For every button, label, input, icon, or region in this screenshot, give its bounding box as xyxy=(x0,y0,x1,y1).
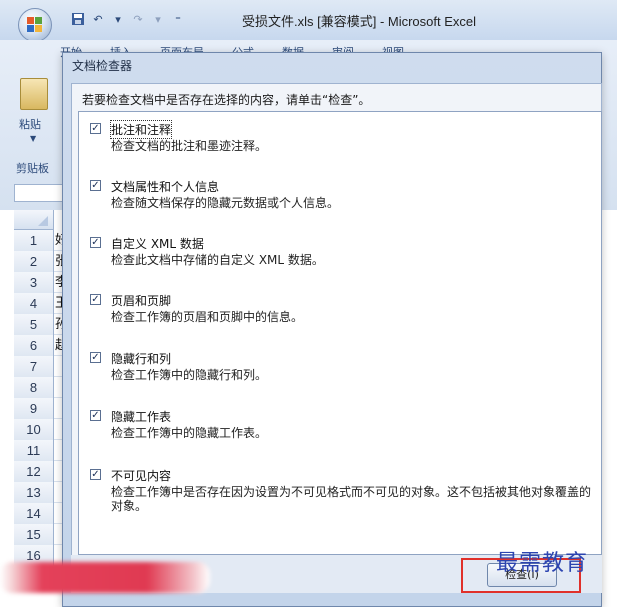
row-header[interactable]: 14 xyxy=(14,503,54,524)
option-title[interactable]: 文档属性和个人信息 xyxy=(111,178,219,195)
table-row: 9 xyxy=(14,398,68,419)
table-row: 3李 xyxy=(14,272,68,293)
save-icon[interactable] xyxy=(70,11,86,27)
option-description: 检查工作簿的页眉和页脚中的信息。 xyxy=(111,310,304,324)
row-header[interactable]: 1 xyxy=(14,230,54,251)
paste-icon[interactable] xyxy=(20,78,48,110)
redacted-area xyxy=(0,562,210,593)
row-header[interactable]: 2 xyxy=(14,251,54,272)
row-header[interactable]: 12 xyxy=(14,461,54,482)
option-description: 检查文档的批注和墨迹注释。 xyxy=(111,139,268,153)
table-row: 12 xyxy=(14,461,68,482)
row-header[interactable]: 6 xyxy=(14,335,54,356)
checkbox-custom-xml[interactable]: ✓ xyxy=(90,237,101,248)
row-header[interactable]: 8 xyxy=(14,377,54,398)
row-header[interactable]: 5 xyxy=(14,314,54,335)
checkbox-hidden-worksheets[interactable]: ✓ xyxy=(90,410,101,421)
undo-icon[interactable]: ↶ xyxy=(90,11,106,27)
table-row: 10 xyxy=(14,419,68,440)
quick-access-toolbar: ↶ ▾ ↷ ▾ ⁼ xyxy=(70,9,186,29)
row-header[interactable]: 3 xyxy=(14,272,54,293)
table-row: 11 xyxy=(14,440,68,461)
row-header[interactable]: 10 xyxy=(14,419,54,440)
select-all-triangle-icon xyxy=(38,216,48,226)
customize-toolbar-icon[interactable]: ⁼ xyxy=(170,11,186,27)
watermark-text: 最需教育 xyxy=(496,551,589,576)
clipboard-group-label: 剪贴板 xyxy=(16,162,49,175)
table-row: 14 xyxy=(14,503,68,524)
option-title[interactable]: 不可见内容 xyxy=(111,467,171,484)
window-title: 受损文件.xls [兼容模式] - Microsoft Excel xyxy=(242,14,477,29)
chevron-down-icon[interactable]: ▾ xyxy=(150,11,166,27)
name-box[interactable] xyxy=(14,184,68,202)
option-description: 检查工作簿中的隐藏工作表。 xyxy=(111,426,268,440)
dialog-instruction: 若要检查文档中是否存在选择的内容，请单击“检查”。 xyxy=(82,93,371,107)
table-row: 7 xyxy=(14,356,68,377)
table-row: 1好 xyxy=(14,230,68,251)
option-title[interactable]: 隐藏工作表 xyxy=(111,408,171,425)
table-row: 4王 xyxy=(14,293,68,314)
table-row: 15 xyxy=(14,524,68,545)
option-title[interactable]: 自定义 XML 数据 xyxy=(111,235,204,252)
row-header[interactable]: 15 xyxy=(14,524,54,545)
select-all-corner[interactable] xyxy=(14,210,54,230)
redo-icon[interactable]: ↷ xyxy=(130,11,146,27)
row-header[interactable]: 7 xyxy=(14,356,54,377)
row-header[interactable]: 4 xyxy=(14,293,54,314)
checkbox-invisible-content[interactable]: ✓ xyxy=(90,469,101,480)
row-list: 1好 2张 3李 4王 5孙 6赵 7 8 9 10 11 12 13 14 1… xyxy=(14,230,68,566)
office-logo-icon xyxy=(27,17,43,33)
checkbox-headers-footers[interactable]: ✓ xyxy=(90,294,101,305)
option-description: 检查工作簿中是否存在因为设置为不可见格式而不可见的对象。这不包括被其他对象覆盖的… xyxy=(111,485,592,513)
option-description: 检查此文档中存储的自定义 XML 数据。 xyxy=(111,253,324,267)
table-row: 6赵 xyxy=(14,335,68,356)
row-header[interactable]: 13 xyxy=(14,482,54,503)
dialog-title: 文档检查器 xyxy=(72,59,133,73)
paste-button-label[interactable]: 粘贴 xyxy=(19,116,41,132)
chevron-down-icon[interactable]: ▼ xyxy=(30,134,36,143)
table-row: 13 xyxy=(14,482,68,503)
checkbox-document-properties[interactable]: ✓ xyxy=(90,180,101,191)
row-header[interactable]: 9 xyxy=(14,398,54,419)
table-row: 5孙 xyxy=(14,314,68,335)
checkbox-comments[interactable]: ✓ xyxy=(90,123,101,134)
checkbox-hidden-rows-columns[interactable]: ✓ xyxy=(90,352,101,363)
option-description: 检查随文档保存的隐藏元数据或个人信息。 xyxy=(111,196,340,210)
option-title[interactable]: 页眉和页脚 xyxy=(111,292,171,309)
row-header[interactable]: 11 xyxy=(14,440,54,461)
table-row: 2张 xyxy=(14,251,68,272)
option-title[interactable]: 隐藏行和列 xyxy=(111,350,171,367)
chevron-down-icon[interactable]: ▾ xyxy=(110,11,126,27)
office-button[interactable] xyxy=(18,8,52,42)
option-description: 检查工作簿中的隐藏行和列。 xyxy=(111,368,268,382)
table-row: 8 xyxy=(14,377,68,398)
option-title[interactable]: 批注和注释 xyxy=(109,120,173,139)
